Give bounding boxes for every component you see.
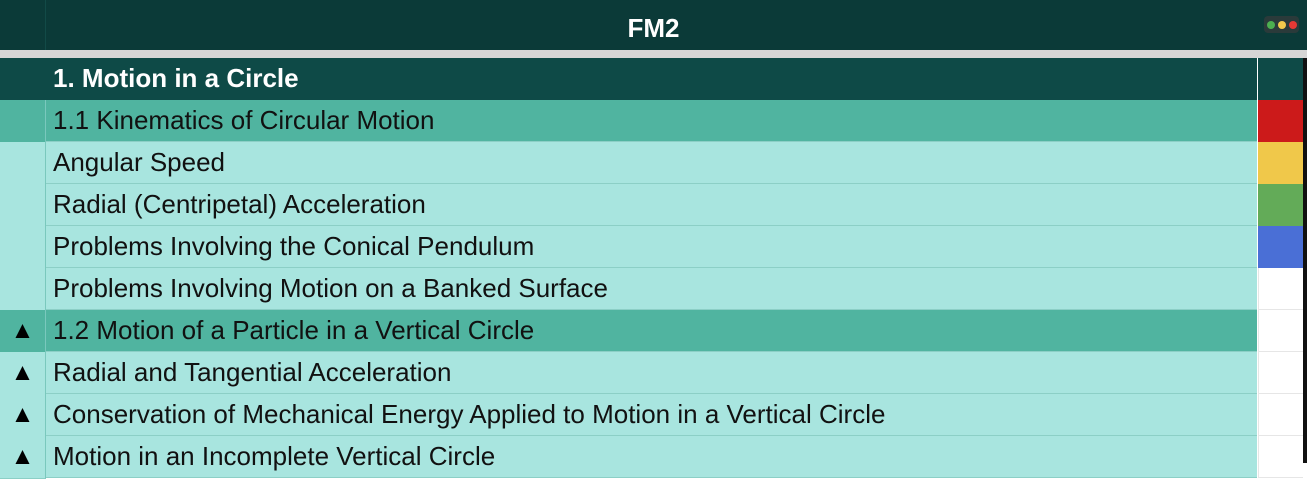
row-label[interactable]: Problems Involving Motion on a Banked Su… — [46, 268, 1257, 310]
status-swatch[interactable] — [1258, 184, 1303, 226]
triangle-marker-icon[interactable]: ▲ — [0, 394, 46, 437]
status-swatch[interactable] — [1258, 268, 1303, 310]
topic-row[interactable]: Problems Involving Motion on a Banked Su… — [0, 268, 1307, 311]
triangle-marker-icon[interactable]: ▲ — [0, 436, 46, 479]
section-row[interactable]: 1.1 Kinematics of Circular Motion — [0, 100, 1307, 143]
topic-row[interactable]: Problems Involving the Conical Pendulum — [0, 226, 1307, 269]
row-label[interactable]: 1. Motion in a Circle — [46, 58, 1257, 100]
row-label[interactable]: 1.1 Kinematics of Circular Motion — [46, 100, 1257, 142]
window-title: FM2 — [627, 12, 680, 43]
triangle-marker-icon[interactable]: ▲ — [0, 310, 46, 353]
title-gutter — [0, 0, 46, 50]
status-swatch[interactable] — [1258, 58, 1303, 100]
minimize-icon[interactable] — [1277, 20, 1286, 29]
marker-cell[interactable] — [0, 142, 46, 185]
row-label[interactable]: Motion in an Incomplete Vertical Circle — [46, 436, 1257, 478]
window-controls[interactable] — [1264, 16, 1299, 33]
topic-row[interactable]: ▲ Motion in an Incomplete Vertical Circle — [0, 436, 1307, 479]
topic-row[interactable]: Angular Speed — [0, 142, 1307, 185]
row-label[interactable]: Problems Involving the Conical Pendulum — [46, 226, 1257, 268]
topic-row[interactable]: ▲ Conservation of Mechanical Energy Appli… — [0, 394, 1307, 437]
row-label[interactable]: Angular Speed — [46, 142, 1257, 184]
marker-cell[interactable] — [0, 100, 46, 143]
marker-cell[interactable] — [0, 58, 46, 101]
row-label[interactable]: Radial (Centripetal) Acceleration — [46, 184, 1257, 226]
status-swatch[interactable] — [1258, 436, 1303, 478]
status-swatch[interactable] — [1258, 310, 1303, 352]
row-label[interactable]: 1.2 Motion of a Particle in a Vertical C… — [46, 310, 1257, 352]
row-label[interactable]: Radial and Tangential Acceleration — [46, 352, 1257, 394]
close-icon[interactable] — [1288, 20, 1297, 29]
section-row[interactable]: ▲ 1.2 Motion of a Particle in a Vertical … — [0, 310, 1307, 353]
status-swatch[interactable] — [1258, 352, 1303, 394]
row-label[interactable]: Conservation of Mechanical Energy Applie… — [46, 394, 1257, 436]
status-swatch[interactable] — [1258, 100, 1303, 142]
marker-cell[interactable] — [0, 268, 46, 311]
marker-cell[interactable] — [0, 226, 46, 269]
topic-row[interactable]: Radial (Centripetal) Acceleration — [0, 184, 1307, 227]
marker-cell[interactable] — [0, 184, 46, 227]
triangle-marker-icon[interactable]: ▲ — [0, 352, 46, 395]
topic-row[interactable]: ▲ Radial and Tangential Acceleration — [0, 352, 1307, 395]
title-bar: FM2 — [0, 0, 1307, 50]
spreadsheet-grid[interactable]: 1. Motion in a Circle 1.1 Kinematics of C… — [0, 58, 1307, 479]
status-swatch[interactable] — [1258, 142, 1303, 184]
chapter-row[interactable]: 1. Motion in a Circle — [0, 58, 1307, 101]
status-swatch[interactable] — [1258, 394, 1303, 436]
status-swatch[interactable] — [1258, 226, 1303, 268]
maximize-icon[interactable] — [1266, 20, 1275, 29]
toolbar-separator — [0, 50, 1307, 58]
